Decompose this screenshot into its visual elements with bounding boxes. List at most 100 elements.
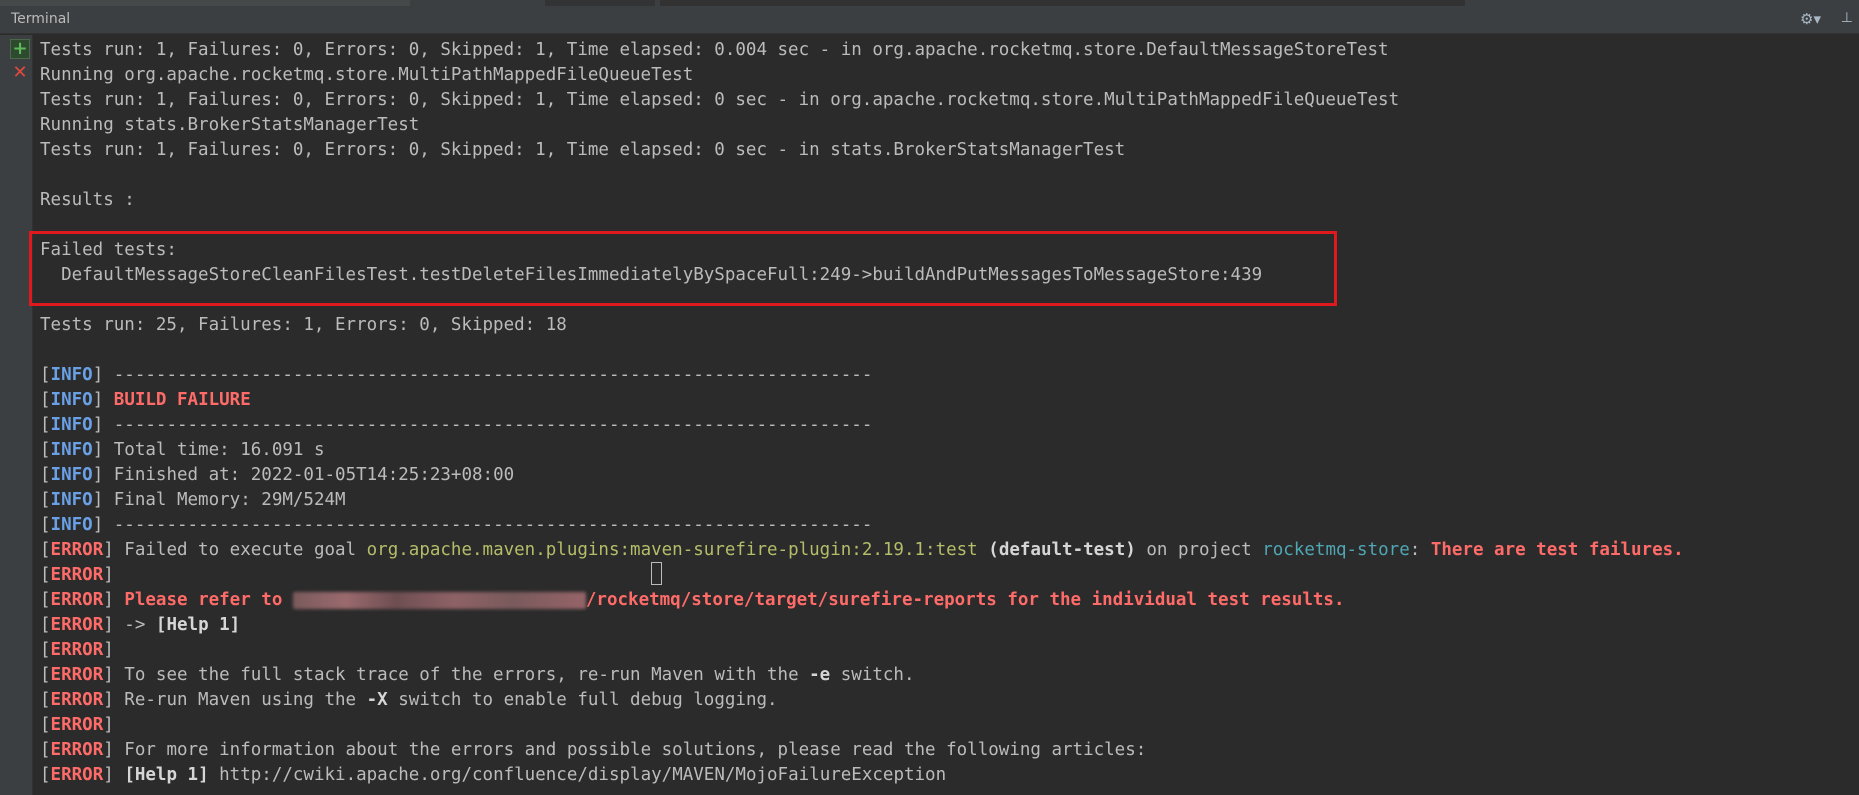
text-error: ERROR (50, 640, 104, 660)
text: ] (103, 715, 114, 735)
text: [ (40, 765, 51, 785)
text: Tests run: 1, Failures: 0, Errors: 0, Sk… (40, 40, 1389, 60)
text: Running org.apache.rocketmq.store.MultiP… (40, 65, 694, 85)
terminal-line: [ERROR] (40, 713, 1855, 738)
text-red: Please refer to (124, 590, 293, 610)
text: : (1409, 540, 1431, 560)
text: [ (40, 590, 51, 610)
terminal-line: Results : (40, 188, 1855, 213)
text-info: INFO (50, 415, 93, 435)
text: [ (40, 615, 51, 635)
text: [ (40, 640, 51, 660)
text: ] For more information about the errors … (103, 740, 1147, 760)
text: ] (103, 565, 114, 585)
text: ] Failed to execute goal (103, 540, 367, 560)
text: [ (40, 715, 51, 735)
new-session-icon[interactable]: + (10, 39, 30, 59)
text: [ (40, 665, 51, 685)
terminal-line: [INFO] Total time: 16.091 s (40, 438, 1855, 463)
terminal-sidebar: + ✕ (0, 35, 33, 795)
text: ] Total time: 16.091 s (92, 440, 325, 460)
terminal-line: [INFO] Finished at: 2022-01-05T14:25:23+… (40, 463, 1855, 488)
text: ] (92, 390, 114, 410)
text-error: ERROR (50, 715, 104, 735)
text: ] --------------------------------------… (92, 365, 873, 385)
text-cyan: rocketmq-store (1262, 540, 1410, 560)
text: ] -> (103, 615, 156, 635)
text: [ (40, 690, 51, 710)
text: ] --------------------------------------… (92, 415, 873, 435)
text-error: ERROR (50, 590, 104, 610)
text: Running stats.BrokerStatsManagerTest (40, 115, 420, 135)
text: [ (40, 540, 51, 560)
text: ] (103, 640, 114, 660)
terminal-titlebar: Terminal ⚙▾ ⊥ (0, 6, 1859, 34)
terminal-line: [INFO] ---------------------------------… (40, 413, 1855, 438)
terminal-line: [INFO] ---------------------------------… (40, 363, 1855, 388)
text: switch. (830, 665, 915, 685)
terminal-line: Tests run: 1, Failures: 0, Errors: 0, Sk… (40, 88, 1855, 113)
terminal-line: [ERROR] -> [Help 1] (40, 613, 1855, 638)
text-info-br: [ (40, 415, 51, 435)
text: on project (1135, 540, 1263, 560)
text: [ (40, 740, 51, 760)
text-info-br: [ (40, 515, 51, 535)
text: http://cwiki.apache.org/confluence/displ… (208, 765, 947, 785)
text (978, 540, 989, 560)
text: Results : (40, 190, 135, 210)
text-error: ERROR (50, 565, 104, 585)
terminal-line: [ERROR] To see the full stack trace of t… (40, 663, 1855, 688)
text-bold: -X (366, 690, 388, 710)
text: ] (103, 765, 125, 785)
terminal-output[interactable]: Tests run: 1, Failures: 0, Errors: 0, Sk… (40, 38, 1855, 795)
gear-icon[interactable]: ⚙▾ (1800, 10, 1821, 28)
terminal-line: [INFO] ---------------------------------… (40, 513, 1855, 538)
terminal-line: [ERROR] Failed to execute goal org.apach… (40, 538, 1855, 563)
text: ] To see the full stack trace of the err… (103, 665, 810, 685)
text-info-br: [ (40, 440, 51, 460)
terminal-line: [ERROR] (40, 638, 1855, 663)
text: [ (40, 565, 51, 585)
panel-title: Terminal (11, 11, 71, 27)
text-red: BUILD FAILURE (113, 390, 251, 410)
text-error: ERROR (50, 740, 104, 760)
text-red: /rocketmq/store/target/surefire-reports … (585, 590, 1345, 610)
text: DefaultMessageStoreCleanFilesTest.testDe… (40, 265, 1263, 285)
text: ] --------------------------------------… (92, 515, 873, 535)
text-bold: [Help 1] (155, 615, 241, 635)
text: ] Final Memory: 29M/524M (92, 490, 346, 510)
text-info: INFO (50, 515, 93, 535)
text: ] Re-run Maven using the (103, 690, 367, 710)
terminal-cursor (651, 562, 662, 585)
text: switch to enable full debug logging. (387, 690, 778, 710)
hide-panel-icon[interactable]: ⊥ (1841, 10, 1853, 26)
terminal-line: [INFO] Final Memory: 29M/524M (40, 488, 1855, 513)
text: Tests run: 1, Failures: 0, Errors: 0, Sk… (40, 90, 1400, 110)
terminal-line: Running org.apache.rocketmq.store.MultiP… (40, 63, 1855, 88)
text: Failed tests: (40, 240, 177, 260)
close-session-icon[interactable]: ✕ (9, 63, 31, 85)
terminal-line: [ERROR] [Help 1] http://cwiki.apache.org… (40, 763, 1855, 788)
text-bold: -e (809, 665, 831, 685)
text-error: ERROR (50, 665, 104, 685)
text-info: INFO (50, 465, 93, 485)
text-info: INFO (50, 490, 93, 510)
text-bold: (default-test) (988, 540, 1136, 560)
text-info-br: [ (40, 365, 51, 385)
text-info: INFO (50, 390, 93, 410)
terminal-line: [ERROR] Please refer to /rocketmq/store/… (40, 588, 1855, 613)
terminal-line: Tests run: 25, Failures: 1, Errors: 0, S… (40, 313, 1855, 338)
text-bold: [Help 1] (124, 765, 209, 785)
text-info: INFO (50, 440, 93, 460)
text-info-br: [ (40, 390, 51, 410)
text-error: ERROR (50, 765, 104, 785)
terminal-line: Failed tests: (40, 238, 1855, 263)
text-info-br: [ (40, 490, 51, 510)
text-error: ERROR (50, 690, 104, 710)
redacted-path (292, 591, 586, 609)
terminal-line: [ERROR] (40, 563, 1855, 588)
terminal-line: [ERROR] Re-run Maven using the -X switch… (40, 688, 1855, 713)
